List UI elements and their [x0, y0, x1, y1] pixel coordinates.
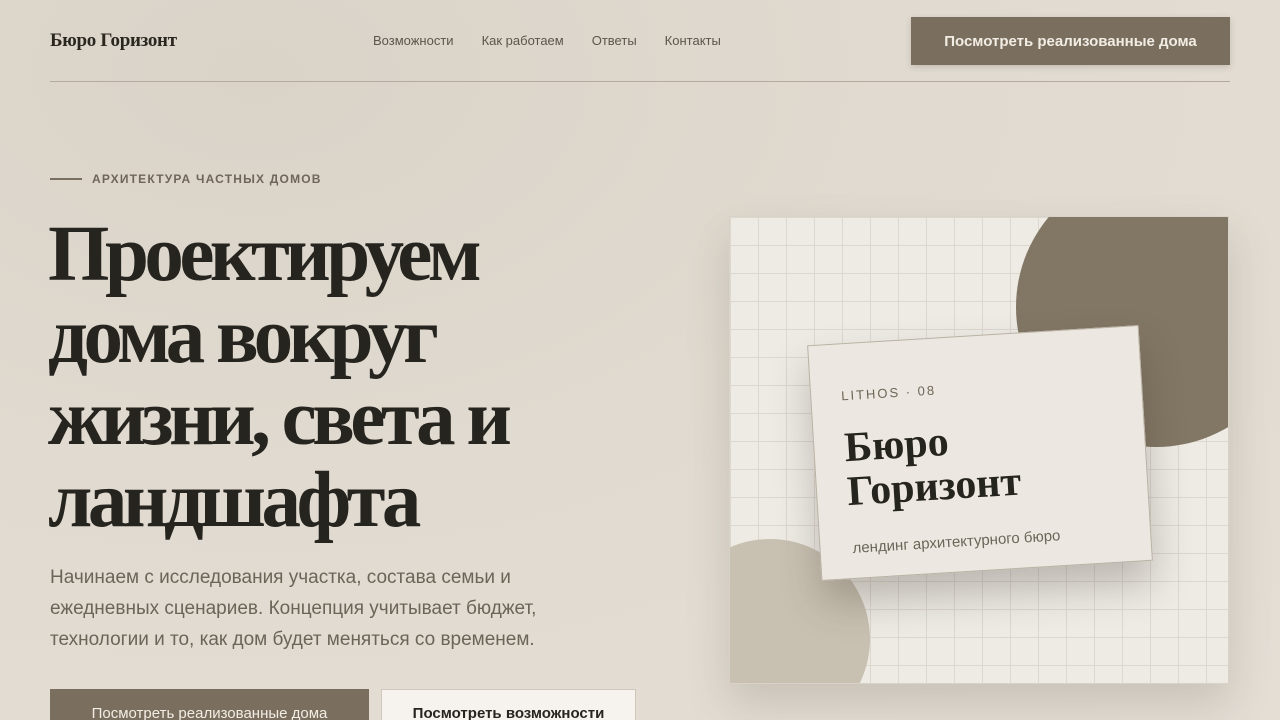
nav-link-features[interactable]: Возможности	[373, 33, 454, 48]
card-title-line: Горизонт	[845, 458, 1023, 516]
nav-link-how-we-work[interactable]: Как работаем	[482, 33, 564, 48]
hero-eyebrow: АРХИТЕКТУРА ЧАСТНЫХ ДОМОВ	[50, 172, 322, 186]
card-tag: LITHOS · 08	[840, 382, 937, 404]
logo[interactable]: Бюро Горизонт	[50, 30, 177, 52]
main-nav: Возможности Как работаем Ответы Контакты	[373, 33, 721, 48]
card-subtitle: лендинг архитектурного бюро	[852, 527, 1061, 557]
view-features-button[interactable]: Посмотреть возможности	[381, 689, 636, 720]
header-cta-button[interactable]: Посмотреть реализованные дома	[911, 17, 1230, 65]
eyebrow-text: АРХИТЕКТУРА ЧАСТНЫХ ДОМОВ	[92, 172, 322, 186]
brand-card: LITHOS · 08 Бюро Горизонт лендинг архите…	[807, 325, 1153, 581]
view-houses-button[interactable]: Посмотреть реализованные дома	[50, 689, 369, 720]
eyebrow-line	[50, 178, 82, 180]
hero-title-line: жизни, света и	[48, 375, 512, 462]
hero-title: Проектируем дома вокруг жизни, света и л…	[48, 214, 608, 542]
hero-title-line: Проектируем	[48, 211, 482, 298]
nav-link-contacts[interactable]: Контакты	[665, 33, 721, 48]
hero-illustration: LITHOS · 08 Бюро Горизонт лендинг архите…	[729, 216, 1229, 684]
nav-link-answers[interactable]: Ответы	[592, 33, 637, 48]
hero-lead: Начинаем с исследования участка, состава…	[50, 567, 537, 650]
card-title: Бюро Горизонт	[843, 409, 1138, 515]
hero-title-line: ландшафта	[48, 457, 421, 544]
site-header: Бюро Горизонт Возможности Как работаем О…	[50, 0, 1230, 82]
hero-title-line: дома вокруг	[48, 293, 439, 380]
